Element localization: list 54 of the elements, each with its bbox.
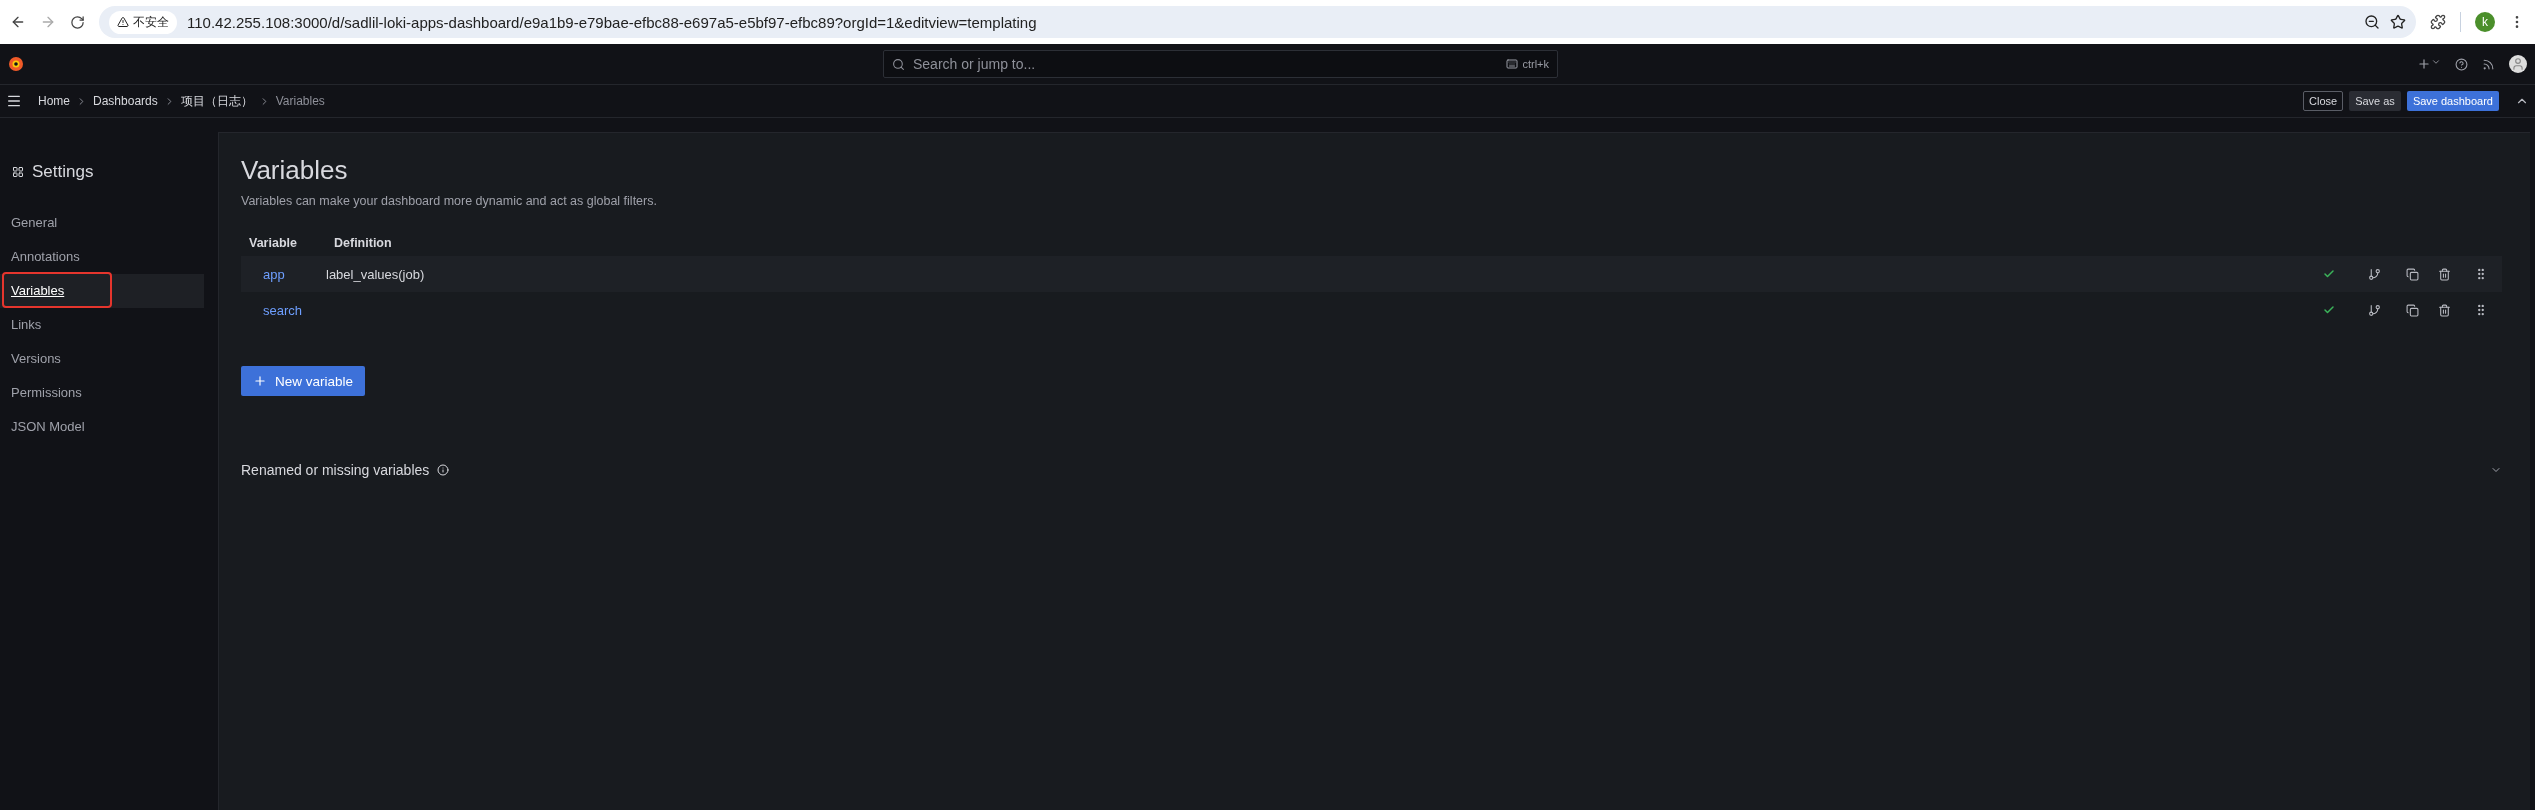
new-variable-button[interactable]: New variable [241,366,366,396]
toolbar-button[interactable]: Save as [2349,91,2401,111]
page-title: Variables [241,155,349,186]
duplicate-icon[interactable] [2405,303,2419,317]
variable-link[interactable]: app [241,266,326,282]
dependency-icon[interactable] [2367,267,2381,281]
variable-link[interactable]: search [241,302,326,318]
breadcrumb-link[interactable]: Dashboards [93,94,158,108]
shortcut-hint: ctrl+k [1506,58,1549,70]
logo-icon[interactable] [8,56,24,72]
toolbar-button[interactable]: Close [2303,91,2344,111]
column-header: Definition [333,236,393,250]
sidebar-item[interactable]: JSON Model [0,410,204,444]
duplicate-icon[interactable] [2405,267,2419,281]
sidebar-item[interactable]: Annotations [0,240,204,274]
reload-icon[interactable] [70,14,85,30]
url-text: 110.42.255.108:3000/d/sadlil-loki-apps-dashboard/e9a1b9-e79bae-efbc88-e697a5-e5bf97-efbc89?orgId=1&editview=templating [187,13,1038,31]
delete-icon[interactable] [2437,267,2451,281]
sidebar-item[interactable]: General [0,206,204,240]
menu-icon[interactable] [6,93,22,109]
breadcrumb-link[interactable]: 项目（日志） [180,92,253,110]
definition-cell-text: label_values(job) [326,266,426,282]
plus-icon [253,374,267,388]
keyboard-icon [1506,58,1519,70]
section-title[interactable]: Renamed or missing variables [241,462,430,478]
security-chip[interactable]: 不安全 [109,10,177,34]
search-placeholder: Search or jump to... [913,56,1036,72]
dependency-icon[interactable] [2367,303,2381,317]
sidebar-item[interactable]: Versions [0,342,204,376]
back-icon[interactable] [10,14,26,30]
add-menu-icon[interactable] [2417,57,2441,71]
column-header: Variable [248,236,298,250]
news-icon[interactable] [2482,57,2495,71]
delete-icon[interactable] [2437,303,2451,317]
settings-title: Settings [32,162,94,182]
sidebar-item[interactable]: Variables [0,274,204,308]
sidebar-item[interactable]: Links [0,308,204,342]
user-avatar[interactable] [2509,55,2527,73]
zoom-icon[interactable] [2364,14,2380,30]
help-icon[interactable] [2455,57,2468,71]
save-button[interactable]: Save dashboard [2406,91,2499,111]
bookmark-icon[interactable] [2390,14,2406,30]
extensions-icon[interactable] [2430,14,2446,30]
info-icon[interactable] [437,464,450,476]
page-description: Variables can make your dashboard more dynamic and act as global filters. [241,194,658,208]
address-bar[interactable]: 不安全 110.42.255.108:3000/d/sadlil-loki-apps-dashboard/e9a1b9-e79bae-efbc88-e697a5-e5bf97-efbc89?orgId=1&editview=templating [99,6,2416,38]
sidebar-item[interactable]: Permissions [0,376,204,410]
warning-icon [117,16,129,28]
breadcrumb-link[interactable]: Variables [275,94,325,108]
breadcrumb-link[interactable]: Home [38,94,70,108]
settings-icon [12,166,24,178]
profile-avatar[interactable]: k [2475,12,2495,32]
search-icon [892,57,905,71]
search-field[interactable]: Search or jump to... ctrl+k [883,50,1558,78]
